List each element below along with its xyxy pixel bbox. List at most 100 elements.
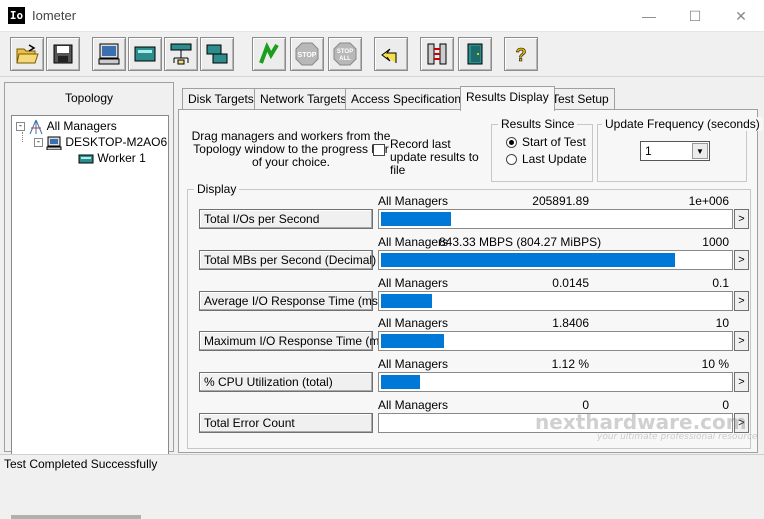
new-manager-icon <box>134 46 156 62</box>
svg-text:STOP: STOP <box>337 49 353 55</box>
metric-max: 10 % <box>701 357 729 371</box>
save-button[interactable] <box>46 37 80 71</box>
tree-item-label: Worker 1 <box>97 151 146 165</box>
topology-tree[interactable]: - All Managers - DESKTOP-M2AO6 Worker 1 <box>11 115 169 455</box>
stop-button[interactable]: STOP <box>290 37 324 71</box>
tab-disk-targets[interactable]: Disk Targets <box>182 88 260 110</box>
tab-access-specifications[interactable]: Access Specifications <box>345 88 474 110</box>
metric-value: 843.33 MBPS (804.27 MiBPS) <box>439 235 602 249</box>
minimize-button[interactable]: — <box>626 0 672 32</box>
start-green-flag-icon <box>259 42 279 64</box>
svg-text:?: ? <box>516 45 527 65</box>
tree-item-all-managers[interactable]: All Managers <box>28 118 117 135</box>
maximize-button[interactable]: ☐ <box>672 0 718 32</box>
metric-select-button[interactable]: % CPU Utilization (total) <box>199 372 373 392</box>
open-button[interactable] <box>10 37 44 71</box>
metric-select-button[interactable]: Average I/O Response Time (ms) <box>199 291 382 311</box>
tab-test-setup[interactable]: Test Setup <box>546 88 615 110</box>
topology-pane: Topology - All Managers - DESKTOP-M2AO6 … <box>4 82 174 519</box>
results-display-panel: Drag managers and workers from the Topol… <box>178 109 763 453</box>
update-frequency-select[interactable]: 1 ▼ <box>640 141 710 161</box>
tree-item-manager[interactable]: DESKTOP-M2AO6 <box>46 134 168 151</box>
metric-bar-fill <box>381 334 444 348</box>
metric-max: 0.1 <box>712 276 729 290</box>
disconnect-icon <box>427 43 447 65</box>
tree-item-worker[interactable]: Worker 1 <box>78 150 146 166</box>
metric-bar-fill <box>381 294 432 308</box>
stop-all-button[interactable]: STOP ALL <box>328 37 362 71</box>
tab-network-targets[interactable]: Network Targets <box>254 88 353 110</box>
stop-all-icon: STOPALL <box>333 42 357 66</box>
svg-text:STOP: STOP <box>298 52 317 59</box>
last-update-radio[interactable] <box>506 154 517 165</box>
instructions-text: Drag managers and workers from the Topol… <box>191 129 391 169</box>
tree-line <box>22 132 23 142</box>
watermark-brand: nexthardware.com <box>535 410 747 434</box>
display-title: Display <box>194 182 240 196</box>
metric-progress-bar[interactable] <box>378 331 733 351</box>
metric-expand-button[interactable]: > <box>734 209 749 229</box>
horizontal-scrollbar[interactable] <box>11 515 141 519</box>
tree-item-label: DESKTOP-M2AO6 <box>65 135 168 149</box>
metric-source-label: All Managers <box>378 357 449 371</box>
svg-text:ALL: ALL <box>339 56 351 62</box>
copy-worker-icon <box>206 44 228 64</box>
open-folder-icon <box>16 44 39 64</box>
help-icon: ? <box>515 45 527 66</box>
metric-value: 205891.89 <box>532 194 589 208</box>
metric-max: 10 <box>715 316 729 330</box>
metric-expand-button[interactable]: > <box>734 372 749 392</box>
metric-progress-bar[interactable] <box>378 372 733 392</box>
metric-source-label: All Managers <box>378 316 449 330</box>
app-icon: Io <box>8 7 25 24</box>
topology-title: Topology <box>64 91 114 105</box>
exit-door-icon <box>467 43 483 65</box>
metric-max: 1e+006 <box>688 194 729 208</box>
start-button[interactable] <box>252 37 286 71</box>
close-button[interactable]: ✕ <box>718 0 764 32</box>
metric-max: 1000 <box>702 235 729 249</box>
metric-expand-button[interactable]: > <box>734 331 749 351</box>
tree-item-label: All Managers <box>46 119 117 133</box>
window-title: Iometer <box>32 8 77 23</box>
update-frequency-title: Update Frequency (seconds) <box>602 117 763 131</box>
tab-results-display[interactable]: Results Display <box>460 86 555 111</box>
stop-icon: STOP <box>295 42 319 66</box>
new-manager-button[interactable] <box>128 37 162 71</box>
metric-bar-fill <box>381 212 451 226</box>
metric-bar-fill <box>381 375 420 389</box>
metric-progress-bar[interactable] <box>378 209 733 229</box>
metric-expand-button[interactable]: > <box>734 250 749 270</box>
network-worker-icon <box>170 43 192 65</box>
record-results-checkbox[interactable] <box>373 144 385 156</box>
title-bar: Io Iometer — ☐ ✕ <box>0 0 764 32</box>
metric-select-button[interactable]: Total I/Os per Second <box>199 209 373 229</box>
metric-select-button[interactable]: Total MBs per Second (Decimal) <box>199 250 376 270</box>
exit-button[interactable] <box>458 37 492 71</box>
record-results-label: Record last update results to file <box>390 137 479 177</box>
toolbar: STOP STOP ALL ? <box>0 33 764 77</box>
expand-toggle[interactable]: - <box>34 138 43 147</box>
help-button[interactable]: ? <box>504 37 538 71</box>
results-since-group: Results Since Start of Test Last Update <box>491 117 593 182</box>
metric-bar-fill <box>381 253 675 267</box>
metric-source-label: All Managers <box>378 235 449 249</box>
disconnect-button[interactable] <box>420 37 454 71</box>
expand-toggle[interactable]: - <box>16 122 25 131</box>
chevron-down-icon[interactable]: ▼ <box>692 143 708 159</box>
results-since-title: Results Since <box>498 117 578 131</box>
network-worker-button[interactable] <box>164 37 198 71</box>
metric-select-button[interactable]: Maximum I/O Response Time (ms) <box>199 331 389 351</box>
metric-progress-bar[interactable] <box>378 291 733 311</box>
metric-progress-bar[interactable] <box>378 250 733 270</box>
last-update-label: Last Update <box>522 152 587 166</box>
metric-expand-button[interactable]: > <box>734 291 749 311</box>
start-of-test-radio[interactable] <box>506 137 517 148</box>
copy-worker-button[interactable] <box>200 37 234 71</box>
status-bar: Test Completed Successfully <box>0 454 764 472</box>
metric-select-button[interactable]: Total Error Count <box>199 413 373 433</box>
reset-button[interactable] <box>374 37 408 71</box>
worker-icon <box>78 154 94 164</box>
metric-value: 0.0145 <box>552 276 589 290</box>
display-button[interactable] <box>92 37 126 71</box>
